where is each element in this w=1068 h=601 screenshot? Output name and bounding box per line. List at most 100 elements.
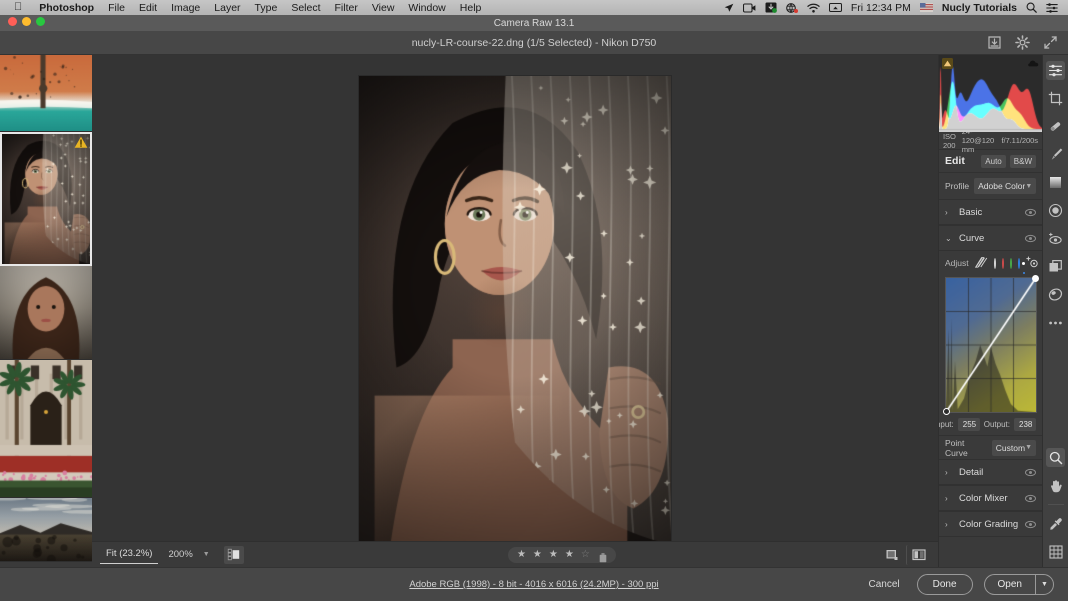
menu-item-layer[interactable]: Layer xyxy=(207,2,247,14)
thumbnail-landscape[interactable] xyxy=(0,498,92,562)
star-3[interactable]: ★ xyxy=(549,549,558,560)
section-basic[interactable]: › Basic xyxy=(939,199,1042,225)
hand-tool[interactable] xyxy=(1046,476,1065,495)
menubar-user-name[interactable]: Nucly Tutorials xyxy=(942,2,1017,14)
channel-red[interactable] xyxy=(1001,257,1004,269)
menu-item-help[interactable]: Help xyxy=(453,2,489,14)
parametric-curve-icon[interactable] xyxy=(974,256,988,270)
trash-icon[interactable] xyxy=(599,550,607,562)
tone-curve-graph[interactable] xyxy=(943,275,1039,415)
star-1[interactable]: ★ xyxy=(517,549,526,560)
section-detail[interactable]: › Detail xyxy=(939,459,1042,485)
open-button[interactable]: Open xyxy=(983,574,1035,595)
visibility-eye-icon[interactable] xyxy=(1025,233,1036,244)
thumbnail-veil-portrait[interactable] xyxy=(0,132,92,266)
us-flag-icon[interactable] xyxy=(919,2,933,13)
snapshots-tool[interactable] xyxy=(1046,257,1065,276)
single-view-icon[interactable] xyxy=(880,545,904,565)
menu-item-select[interactable]: Select xyxy=(284,2,327,14)
menu-item-image[interactable]: Image xyxy=(164,2,207,14)
settings-gear-icon[interactable] xyxy=(1015,35,1030,50)
grid-overlay-tool[interactable] xyxy=(1046,542,1065,561)
auto-button[interactable]: Auto xyxy=(981,154,1006,168)
save-image-icon[interactable] xyxy=(987,35,1002,50)
close-window-button[interactable] xyxy=(8,17,17,26)
curve-point-highlight[interactable] xyxy=(1032,275,1039,282)
section-curve-label: Curve xyxy=(959,232,985,244)
menu-item-edit[interactable]: Edit xyxy=(132,2,164,14)
zoom-fit-button[interactable]: Fit (23.2%) xyxy=(100,545,159,564)
location-arrow-icon[interactable] xyxy=(724,2,734,13)
curve-point-shadow[interactable] xyxy=(943,408,950,415)
done-button[interactable]: Done xyxy=(916,574,973,595)
more-options-tool[interactable] xyxy=(1046,313,1065,332)
screen-record-icon[interactable] xyxy=(742,2,756,13)
filmstrip-toggle-icon[interactable] xyxy=(223,545,244,564)
star-5[interactable]: ☆ xyxy=(581,549,590,560)
section-color-grading[interactable]: › Color Grading xyxy=(939,511,1042,537)
wifi-icon[interactable] xyxy=(807,2,820,13)
healing-brush-tool[interactable] xyxy=(1046,117,1065,136)
histogram[interactable] xyxy=(939,55,1042,132)
control-center-icon[interactable] xyxy=(1046,2,1058,13)
targeted-adjustment-icon[interactable] xyxy=(1025,256,1039,270)
red-eye-tool[interactable] xyxy=(1046,229,1065,248)
zoom-level-value[interactable]: 200% xyxy=(164,546,196,563)
presets-tool[interactable] xyxy=(1046,285,1065,304)
visibility-eye-icon[interactable] xyxy=(1025,467,1036,478)
profile-select[interactable]: Adobe Color ▼ xyxy=(974,178,1037,194)
screen-share-icon[interactable] xyxy=(785,2,798,13)
menu-item-window[interactable]: Window xyxy=(401,2,452,14)
visibility-eye-icon[interactable] xyxy=(1025,493,1036,504)
graduated-filter-tool[interactable] xyxy=(1046,173,1065,192)
thumbnail-woman-portrait[interactable] xyxy=(0,266,92,360)
white-balance-eyedropper-tool[interactable] xyxy=(1046,514,1065,533)
menu-item-type[interactable]: Type xyxy=(248,2,285,14)
section-color-mixer[interactable]: › Color Mixer xyxy=(939,485,1042,511)
menubar-clock[interactable]: Fri 12:34 PM xyxy=(851,2,911,14)
image-preview-stage[interactable] xyxy=(92,55,938,567)
channel-green[interactable] xyxy=(1009,257,1012,269)
menu-item-file[interactable]: File xyxy=(101,2,132,14)
input-value-field[interactable]: 255 xyxy=(957,417,980,431)
minimize-window-button[interactable] xyxy=(22,17,31,26)
section-curve[interactable]: ⌄ Curve xyxy=(939,225,1042,251)
curve-adjust-row: Adjust xyxy=(939,251,1042,275)
chevron-down-icon[interactable]: ▼ xyxy=(1035,574,1054,595)
menu-item-filter[interactable]: Filter xyxy=(328,2,365,14)
preview-photo[interactable] xyxy=(359,76,671,546)
window-controls[interactable] xyxy=(8,17,45,26)
workflow-options-link[interactable]: Adobe RGB (1998) - 8 bit - 4016 x 6016 (… xyxy=(409,579,658,590)
highlight-clipping-icon[interactable] xyxy=(1028,58,1039,69)
apple-icon[interactable]:  xyxy=(14,2,22,13)
channel-blue[interactable] xyxy=(1017,257,1026,274)
rating-stars[interactable]: ★ ★ ★ ★ ☆ xyxy=(507,546,616,563)
output-value-field[interactable]: 238 xyxy=(1014,417,1036,431)
star-2[interactable]: ★ xyxy=(533,549,542,560)
cancel-button[interactable]: Cancel xyxy=(862,576,905,593)
fullscreen-expand-icon[interactable] xyxy=(1043,35,1058,50)
star-4[interactable]: ★ xyxy=(565,549,574,560)
crop-tool[interactable] xyxy=(1046,89,1065,108)
visibility-eye-icon[interactable] xyxy=(1025,207,1036,218)
search-icon[interactable] xyxy=(1026,2,1037,13)
channel-rgb[interactable] xyxy=(993,257,996,269)
thumbnail-architecture[interactable] xyxy=(0,360,92,498)
before-after-view-icon[interactable] xyxy=(906,544,930,565)
point-curve-select[interactable]: Custom ▼ xyxy=(991,439,1036,456)
download-arrow-icon[interactable] xyxy=(765,2,777,13)
filmstrip[interactable] xyxy=(0,55,92,567)
menu-item-photoshop[interactable]: Photoshop xyxy=(32,2,101,14)
airplay-icon[interactable] xyxy=(828,2,842,13)
thumbnail-beach-aerial[interactable] xyxy=(0,55,92,132)
zoom-tool[interactable] xyxy=(1046,448,1065,467)
visibility-eye-icon[interactable] xyxy=(1025,519,1036,530)
shadow-clipping-icon[interactable] xyxy=(942,58,953,69)
adjustment-brush-tool[interactable] xyxy=(1046,145,1065,164)
bw-button[interactable]: B&W xyxy=(1009,154,1036,168)
chevron-down-icon[interactable]: ▼ xyxy=(203,551,210,558)
edit-sliders-tool[interactable] xyxy=(1046,61,1065,80)
maximize-window-button[interactable] xyxy=(36,17,45,26)
menu-item-view[interactable]: View xyxy=(365,2,402,14)
radial-filter-tool[interactable] xyxy=(1046,201,1065,220)
